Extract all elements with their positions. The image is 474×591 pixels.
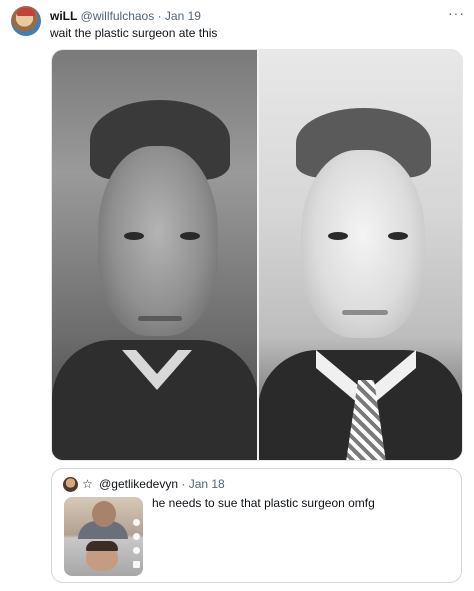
author-handle[interactable]: @willfulchaos [81,9,155,23]
eye [388,232,408,240]
quoted-author-handle[interactable]: @getlikedevyn [99,477,178,491]
quoted-separator: · [181,477,186,491]
mouth [342,310,388,315]
like-icon [133,519,140,526]
more-options-icon[interactable]: ··· [448,5,465,21]
tweet[interactable]: wiLL @willfulchaos · Jan 19 ··· wait the… [0,0,474,591]
share-icon [133,547,140,554]
eye [124,232,144,240]
photo-older-man [52,50,258,460]
quoted-tweet-text: he needs to sue that plastic surgeon omf… [152,496,375,510]
face [98,146,218,336]
bookmark-icon [133,561,140,568]
quoted-date[interactable]: Jan 18 [189,477,225,491]
mouth [138,316,182,321]
star-icon: ☆ [82,477,93,491]
author-avatar[interactable] [11,6,41,36]
person-face [92,501,116,527]
comment-icon [133,533,140,540]
eye [328,232,348,240]
quoted-video-thumbnail[interactable] [64,497,143,576]
author-name[interactable]: wiLL [50,9,77,23]
person-hair [86,541,118,551]
quoted-author-avatar[interactable] [63,477,78,492]
quoted-header: ☆ @getlikedevyn · Jan 18 [82,477,225,492]
photo-divider [257,50,259,460]
tweet-photo[interactable] [51,49,463,461]
photo-younger-man [258,50,462,460]
eye [180,232,200,240]
quoted-tweet[interactable]: ☆ @getlikedevyn · Jan 18 he needs to sue… [51,468,462,583]
dark-coat [52,340,258,460]
tweet-text: wait the plastic surgeon ate this [50,26,218,40]
tweet-date[interactable]: Jan 19 [165,9,201,23]
avatar-hat [17,8,35,16]
tweet-header: wiLL @willfulchaos · Jan 19 [50,9,201,23]
header-separator: · [157,9,162,23]
